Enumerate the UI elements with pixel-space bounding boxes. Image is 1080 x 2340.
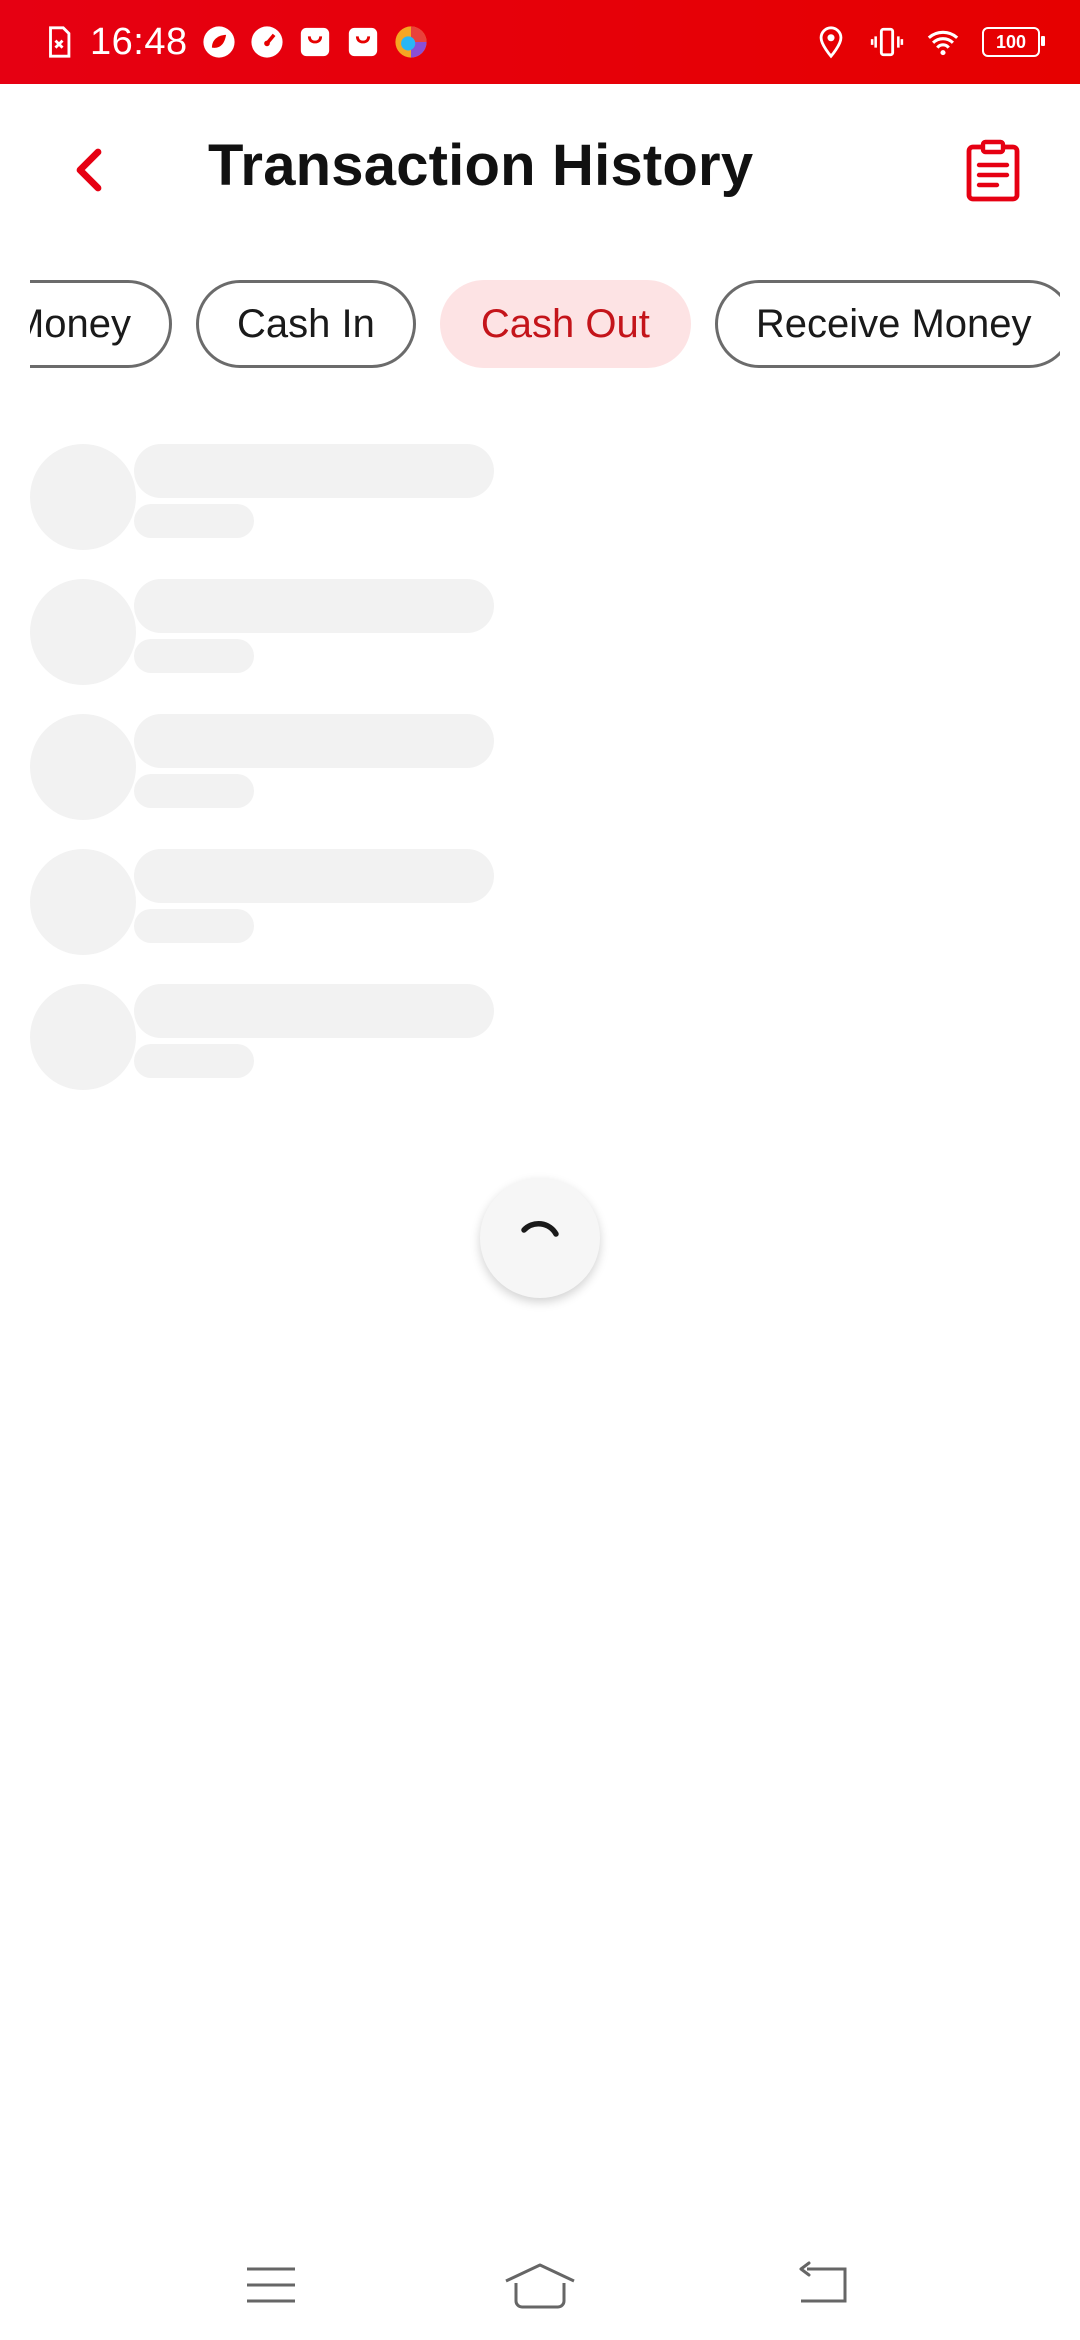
battery-level: 100 xyxy=(995,32,1027,52)
skeleton-avatar xyxy=(30,714,136,820)
nav-back-button[interactable] xyxy=(778,2250,868,2320)
spinner-arc-icon xyxy=(521,1221,559,1237)
wifi-icon xyxy=(926,25,960,59)
skeleton-row xyxy=(30,984,550,1119)
status-bar: 16:48 100 xyxy=(0,0,1080,84)
system-nav-bar xyxy=(0,2230,1080,2340)
gauge-app-icon xyxy=(250,25,284,59)
browser-app-icon xyxy=(394,25,428,59)
chip-receive-money[interactable]: Receive Money xyxy=(714,280,1060,368)
filter-chips: Send Money Cash In Cash Out Receive Mone… xyxy=(30,280,1060,368)
shopping-bag-icon xyxy=(298,25,332,59)
skeleton-subtitle-line xyxy=(134,909,254,943)
skeleton-avatar xyxy=(30,984,136,1090)
back-icon xyxy=(799,2261,847,2303)
skeleton-title-line xyxy=(134,444,494,498)
skeleton-row xyxy=(30,849,550,984)
skeleton-avatar xyxy=(30,579,136,685)
skeleton-row xyxy=(30,444,550,579)
page-title: Transaction History xyxy=(208,133,754,198)
skeleton-subtitle-line xyxy=(134,1044,254,1078)
app-header: Transaction History xyxy=(0,84,1080,254)
skeleton-avatar xyxy=(30,444,136,550)
loading-spinner xyxy=(480,1178,600,1298)
home-icon xyxy=(505,2263,575,2309)
sim-off-icon xyxy=(42,25,76,59)
skeleton-avatar xyxy=(30,849,136,955)
skeleton-subtitle-line xyxy=(134,639,254,673)
skeleton-subtitle-line xyxy=(134,504,254,538)
skeleton-title-line xyxy=(134,714,494,768)
chip-label: Send Money xyxy=(30,301,131,346)
shopping-bag-icon xyxy=(346,25,380,59)
clipboard-list-icon xyxy=(966,139,1020,202)
nav-home-button[interactable] xyxy=(495,2250,585,2320)
transaction-list-skeleton xyxy=(30,444,550,1119)
skeleton-title-line xyxy=(134,579,494,633)
filter-chip-bar[interactable]: Send Money Cash In Cash Out Receive Mone… xyxy=(30,280,1060,372)
skeleton-title-line xyxy=(134,849,494,903)
chip-cash-in[interactable]: Cash In xyxy=(196,280,416,368)
chip-send-money[interactable]: Send Money xyxy=(30,280,172,368)
skeleton-subtitle-line xyxy=(134,774,254,808)
menu-icon xyxy=(247,2267,295,2303)
location-icon xyxy=(814,25,848,59)
vibrate-icon xyxy=(870,25,904,59)
skeleton-row xyxy=(30,714,550,849)
chip-label: Receive Money xyxy=(755,301,1032,346)
battery-icon: 100 xyxy=(982,27,1045,57)
status-time: 16:48 xyxy=(90,20,188,63)
chip-label: Cash In xyxy=(237,301,375,346)
nav-menu-button[interactable] xyxy=(226,2250,316,2320)
skeleton-row xyxy=(30,579,550,714)
skeleton-title-line xyxy=(134,984,494,1038)
status-left-group: 16:48 xyxy=(42,0,428,84)
chip-cash-out[interactable]: Cash Out xyxy=(439,280,691,368)
status-right-group: 100 xyxy=(814,0,1045,84)
report-button[interactable] xyxy=(958,134,1028,208)
leaf-app-icon xyxy=(202,25,236,59)
chip-label: Cash Out xyxy=(480,301,650,346)
